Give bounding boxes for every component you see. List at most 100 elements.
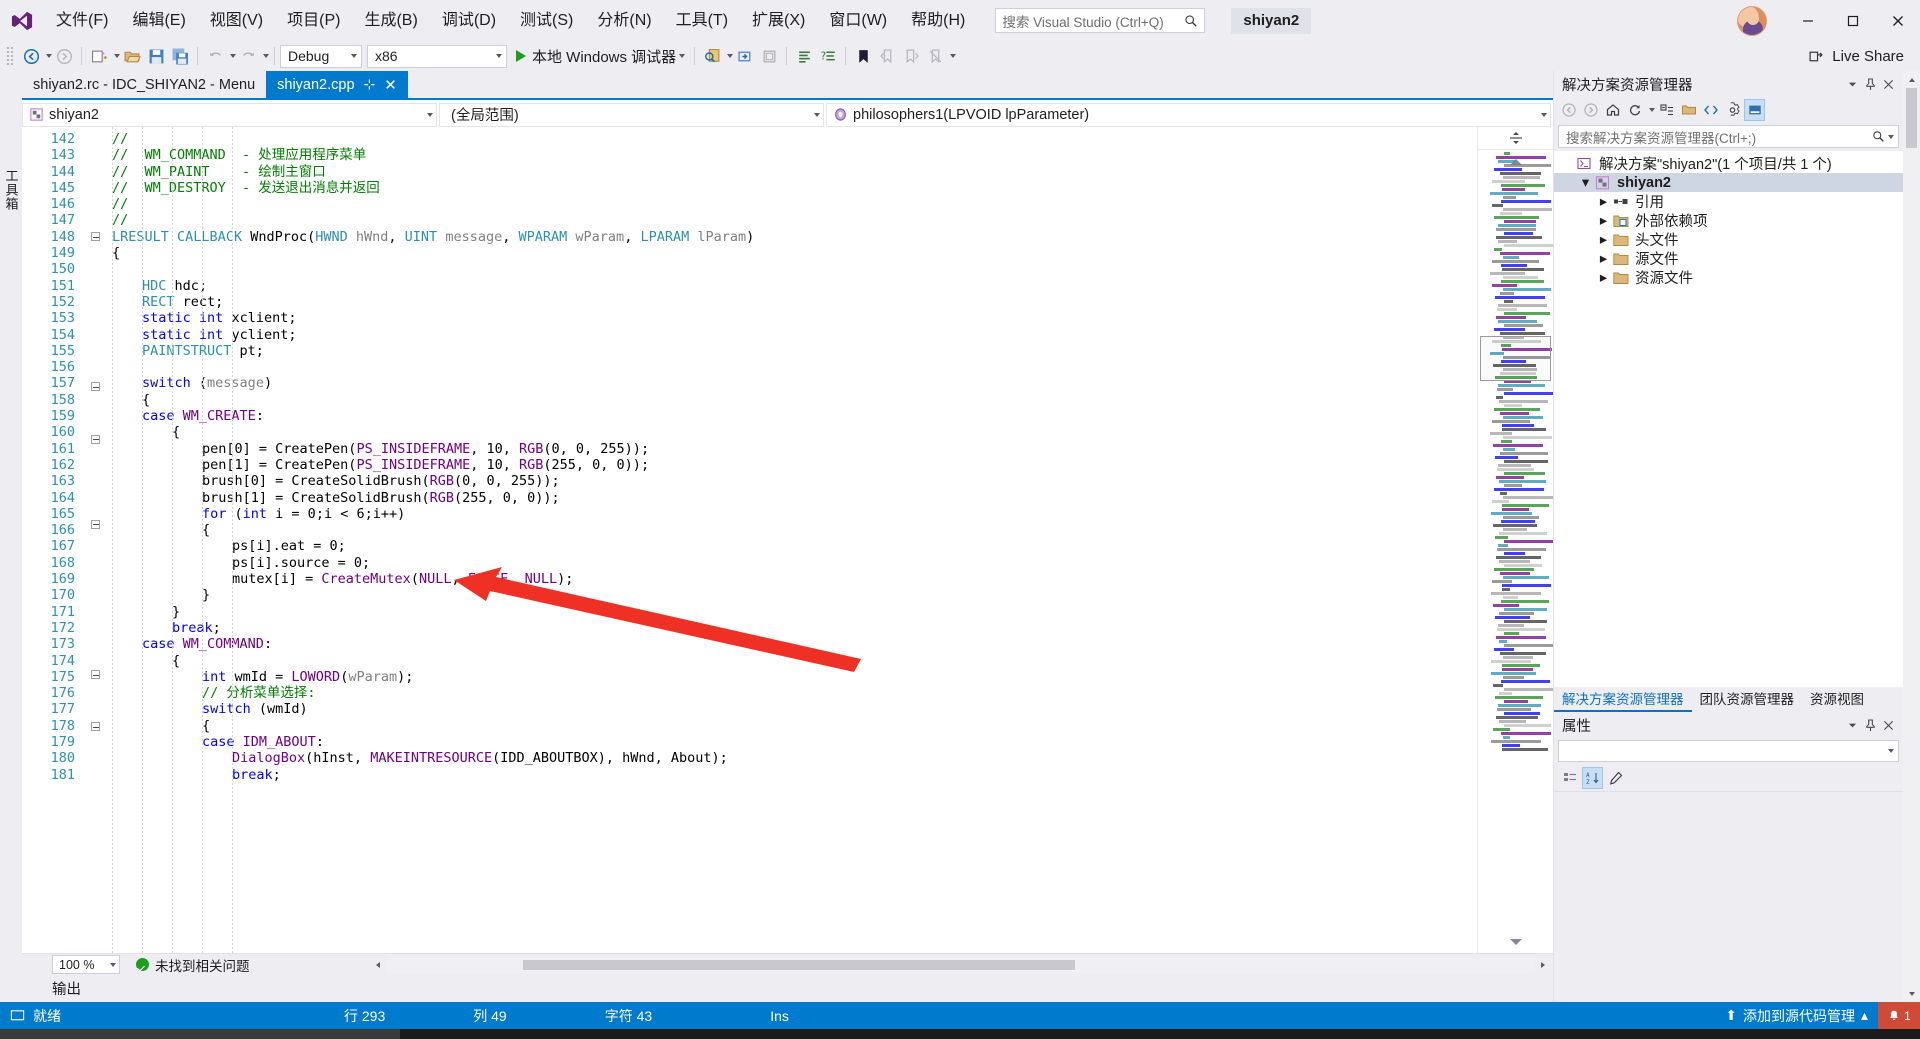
outline-cell[interactable] <box>84 265 106 281</box>
step-into-icon[interactable] <box>733 44 757 68</box>
right-scrollbar[interactable] <box>1903 71 1920 1002</box>
outline-cell[interactable] <box>84 739 106 755</box>
menu-tools[interactable]: 工具(T) <box>664 0 740 41</box>
outline-cell[interactable] <box>84 703 106 719</box>
panel-menu-icon[interactable] <box>1843 73 1861 95</box>
refresh-icon[interactable] <box>1624 99 1645 121</box>
properties-object-combo[interactable] <box>1558 740 1899 762</box>
minimap-viewport[interactable] <box>1480 336 1551 381</box>
live-share-button[interactable]: Live Share <box>1800 43 1920 69</box>
outline-cell[interactable] <box>84 601 106 617</box>
outline-cell[interactable] <box>84 634 106 650</box>
navigate-back-icon[interactable] <box>19 44 43 68</box>
chevron-right-icon[interactable]: ▸ <box>1596 270 1611 286</box>
outline-cell[interactable] <box>84 788 106 804</box>
comment-selection-icon[interactable] <box>792 44 816 68</box>
show-all-files-icon[interactable] <box>1678 99 1699 121</box>
horizontal-scrollbar[interactable] <box>370 956 1552 973</box>
menu-debug[interactable]: 调试(D) <box>430 0 508 41</box>
categorized-icon[interactable] <box>1559 767 1580 789</box>
output-pane-title[interactable]: 输出 <box>22 975 1553 1002</box>
chevron-down-icon[interactable]: ▾ <box>1578 175 1593 191</box>
menu-edit[interactable]: 编辑(E) <box>120 0 197 41</box>
view-code-icon[interactable] <box>1700 99 1721 121</box>
menu-test[interactable]: 测试(S) <box>508 0 585 41</box>
outline-cell[interactable] <box>84 519 106 536</box>
issues-indicator[interactable]: 未找到相关问题 <box>136 955 250 975</box>
next-bookmark-icon[interactable] <box>899 44 923 68</box>
zoom-level-combo[interactable]: 100 % <box>52 955 120 974</box>
outline-cell[interactable] <box>84 484 106 500</box>
outline-cell[interactable] <box>84 330 106 346</box>
tree-item-2[interactable]: ▸ 引用 <box>1554 192 1903 212</box>
outline-cell[interactable] <box>84 382 106 398</box>
undo-icon[interactable] <box>203 44 227 68</box>
tab-team-explorer[interactable]: 团队资源管理器 <box>1692 687 1803 712</box>
new-project-icon[interactable] <box>87 44 111 68</box>
redo-caret-icon[interactable] <box>263 54 269 58</box>
previous-bookmark-icon[interactable] <box>875 44 899 68</box>
toolbar-overflow-caret-icon[interactable] <box>950 54 957 58</box>
outline-cell[interactable] <box>84 686 106 702</box>
collapse-icon[interactable] <box>90 434 100 444</box>
outline-cell[interactable] <box>84 346 106 362</box>
outline-cell[interactable] <box>84 500 106 516</box>
tree-item-0[interactable]: 解决方案"shiyan2"(1 个项目/共 1 个) <box>1554 154 1903 173</box>
pin-icon[interactable]: ⊹ <box>364 76 376 93</box>
close-icon[interactable] <box>1879 73 1897 95</box>
outline-cell[interactable] <box>84 399 106 415</box>
properties-grid[interactable] <box>1554 792 1903 1002</box>
outline-cell[interactable] <box>84 314 106 330</box>
clear-bookmarks-icon[interactable] <box>923 44 947 68</box>
tree-item-1[interactable]: ▾ shiyan2 <box>1554 173 1903 192</box>
outline-cell[interactable] <box>84 232 106 248</box>
chevron-right-icon[interactable]: ▸ <box>1596 251 1611 267</box>
tab-solution-explorer[interactable]: 解决方案资源管理器 <box>1554 687 1692 712</box>
scroll-down-icon[interactable] <box>1903 985 1920 1002</box>
outline-cell[interactable] <box>84 297 106 313</box>
menu-file[interactable]: 文件(F) <box>44 0 120 41</box>
project-name-chip[interactable]: shiyan2 <box>1231 7 1312 34</box>
outline-cell[interactable] <box>84 164 106 180</box>
outline-cell[interactable] <box>84 363 106 379</box>
outline-cell[interactable] <box>84 147 106 163</box>
redo-icon[interactable] <box>236 44 260 68</box>
collapse-icon[interactable] <box>90 670 100 679</box>
menu-analyze[interactable]: 分析(N) <box>585 0 663 41</box>
tab-resource-view[interactable]: 资源视图 <box>1802 687 1872 712</box>
minimap-scroll-down[interactable] <box>1478 931 1553 953</box>
close-icon[interactable]: ✕ <box>384 76 397 94</box>
outline-cell[interactable] <box>84 434 106 451</box>
tree-item-4[interactable]: ▸ 头文件 <box>1554 230 1903 250</box>
hscroll-thumb[interactable] <box>523 959 1076 970</box>
properties-icon[interactable] <box>1722 99 1743 121</box>
outline-cell[interactable] <box>84 552 106 568</box>
code-text[interactable]: //// WM_COMMAND - 处理应用程序菜单// WM_PAINT - … <box>106 127 1477 953</box>
menu-project[interactable]: 项目(P) <box>275 0 352 41</box>
notifications-button[interactable]: 1 <box>1878 1002 1920 1029</box>
save-all-icon[interactable] <box>168 44 192 68</box>
scroll-right-icon[interactable] <box>1535 957 1551 973</box>
tab-shiyan2-cpp[interactable]: shiyan2.cpp ⊹ ✕ <box>266 71 408 98</box>
solution-platform-combo[interactable]: x86 <box>367 44 507 68</box>
outlining-gutter[interactable] <box>84 127 106 953</box>
code-minimap[interactable] <box>1477 127 1553 953</box>
navbar-scope-combo[interactable]: (全局范围) <box>439 102 824 127</box>
toolbox-tab[interactable]: 工具箱 <box>0 163 23 217</box>
scroll-left-icon[interactable] <box>370 957 386 973</box>
pin-icon[interactable] <box>1861 714 1879 736</box>
user-avatar[interactable] <box>1737 5 1767 36</box>
tree-item-6[interactable]: ▸ 资源文件 <box>1554 268 1903 288</box>
outline-cell[interactable] <box>84 196 106 212</box>
tab-shiyan2-rc[interactable]: shiyan2.rc - IDC_SHIYAN2 - Menu <box>22 71 267 98</box>
outline-cell[interactable] <box>84 722 106 738</box>
close-button[interactable] <box>1875 0 1920 41</box>
outline-cell[interactable] <box>84 650 106 666</box>
menu-help[interactable]: 帮助(H) <box>899 0 977 41</box>
solution-configuration-combo[interactable]: Debug <box>280 44 362 68</box>
minimize-button[interactable] <box>1785 0 1830 41</box>
toolbar-grip[interactable] <box>6 46 15 66</box>
home-icon[interactable] <box>1602 99 1623 121</box>
add-to-source-control-button[interactable]: ⬆ 添加到源代码管理 ▴ <box>1715 1002 1878 1029</box>
outline-cell[interactable] <box>84 670 106 686</box>
